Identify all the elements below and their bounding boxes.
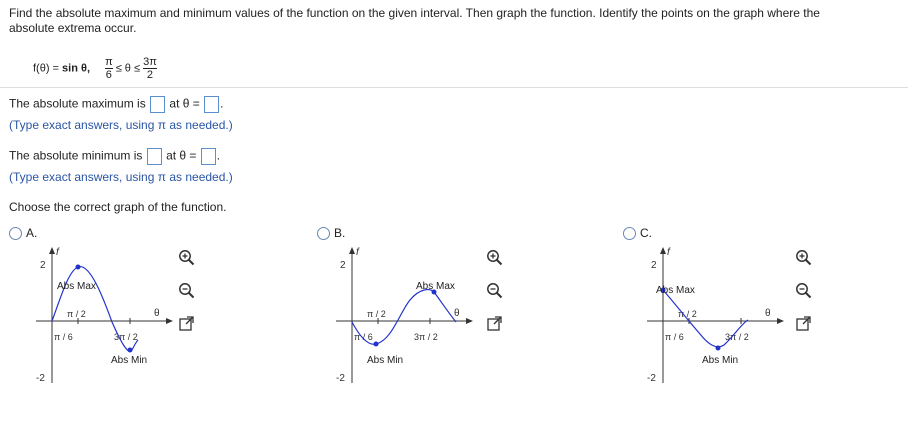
y-tick-label-top: 2 xyxy=(340,260,346,271)
max-label: The absolute maximum is xyxy=(9,96,146,111)
x-tick-label-left: π / 6 xyxy=(354,332,373,342)
option-c[interactable]: C. xyxy=(623,226,652,241)
interval-upper-fraction: 3π 2 xyxy=(143,56,157,81)
max-theta-input[interactable] xyxy=(204,96,220,113)
option-label: B. xyxy=(334,226,346,240)
max-at-label: at θ = xyxy=(169,96,200,111)
y-axis-label: f xyxy=(56,247,60,258)
min-period: . xyxy=(216,148,221,163)
zoom-out-icon[interactable] xyxy=(178,282,195,299)
question-line-1: Find the absolute maximum and minimum va… xyxy=(9,6,820,20)
abs-max-label: Abs Max xyxy=(57,281,96,292)
abs-max-label: Abs Max xyxy=(416,281,455,292)
abs-min-label: Abs Min xyxy=(702,355,738,366)
y-tick-label-top: 2 xyxy=(651,260,657,271)
abs-min-label: Abs Min xyxy=(367,355,403,366)
min-value-input[interactable] xyxy=(146,148,162,165)
expand-icon[interactable] xyxy=(486,315,503,332)
interval-upper-numerator: 3π xyxy=(143,56,157,68)
x-tick-label-left: π / 6 xyxy=(54,332,73,342)
option-b[interactable]: B. xyxy=(317,226,346,241)
x-tick-label-mid: π / 2 xyxy=(67,309,86,319)
min-at-label: at θ = xyxy=(166,148,197,163)
interval-lower-numerator: π xyxy=(105,56,113,68)
question-line-2: absolute extrema occur. xyxy=(9,21,137,35)
x-axis-arrow xyxy=(777,318,784,324)
min-label: The absolute minimum is xyxy=(9,148,143,163)
y-axis-label: f xyxy=(667,247,671,258)
min-answer-row: The absolute minimum is at θ = . xyxy=(9,148,220,165)
abs-min-point xyxy=(715,345,721,351)
option-label: A. xyxy=(26,226,38,240)
max-hint: (Type exact answers, using π as needed.) xyxy=(9,118,233,132)
option-a[interactable]: A. xyxy=(9,226,38,241)
interval-lower-fraction: π 6 xyxy=(105,56,113,81)
max-answer-row: The absolute maximum is at θ = . xyxy=(9,96,223,113)
y-tick-label-top: 2 xyxy=(40,260,46,271)
function-name: sin θ, xyxy=(62,62,90,75)
zoom-in-icon[interactable] xyxy=(795,249,812,266)
question-text: Find the absolute maximum and minimum va… xyxy=(9,6,899,36)
x-axis-arrow xyxy=(166,318,173,324)
abs-max-label: Abs Max xyxy=(656,285,695,296)
x-axis-label: θ xyxy=(454,308,460,319)
min-hint: (Type exact answers, using π as needed.) xyxy=(9,170,233,184)
option-label: C. xyxy=(640,226,652,240)
zoom-out-icon[interactable] xyxy=(486,282,503,299)
abs-min-label: Abs Min xyxy=(111,355,147,366)
zoom-in-icon[interactable] xyxy=(486,249,503,266)
radio-button[interactable] xyxy=(317,227,330,241)
expand-icon[interactable] xyxy=(795,315,812,332)
x-tick-label-right: 3π / 2 xyxy=(414,332,438,342)
x-tick-label-mid: π / 2 xyxy=(367,309,386,319)
y-axis-arrow xyxy=(660,247,666,254)
x-axis-label: θ xyxy=(154,308,160,319)
x-axis-label: θ xyxy=(765,308,771,319)
y-axis-arrow xyxy=(349,247,355,254)
choose-label: Choose the correct graph of the function… xyxy=(9,200,227,214)
min-theta-input[interactable] xyxy=(200,148,216,165)
expand-icon[interactable] xyxy=(178,315,195,332)
abs-min-point xyxy=(127,347,133,353)
y-axis-arrow xyxy=(49,247,55,254)
zoom-out-icon[interactable] xyxy=(795,282,812,299)
x-axis-arrow xyxy=(466,318,473,324)
y-tick-label-bottom: -2 xyxy=(36,373,45,384)
max-period: . xyxy=(220,96,224,111)
interval-lower-denominator: 6 xyxy=(105,68,113,81)
section-divider xyxy=(0,87,908,88)
max-value-input[interactable] xyxy=(150,96,166,113)
y-tick-label-bottom: -2 xyxy=(336,373,345,384)
y-tick-label-bottom: -2 xyxy=(647,373,656,384)
abs-max-point xyxy=(75,264,81,270)
y-axis-label: f xyxy=(356,247,360,258)
interval-inequality: ≤ θ ≤ xyxy=(115,62,141,75)
radio-button[interactable] xyxy=(623,227,636,241)
graphs-svg: 2 -2 f θ π / 6 π / 2 3π / 2 Abs Max Abs Min 2 -2 f θ… xyxy=(36,247,784,384)
function-definition: f(θ) = sin θ, π 6 ≤ θ ≤ 3π 2 xyxy=(33,56,157,81)
x-tick-label-left: π / 6 xyxy=(665,332,684,342)
function-prefix: f(θ) = xyxy=(33,62,63,75)
interval-upper-denominator: 2 xyxy=(143,68,157,81)
zoom-in-icon[interactable] xyxy=(178,249,195,266)
abs-min-point xyxy=(373,341,379,347)
radio-button[interactable] xyxy=(9,227,22,241)
